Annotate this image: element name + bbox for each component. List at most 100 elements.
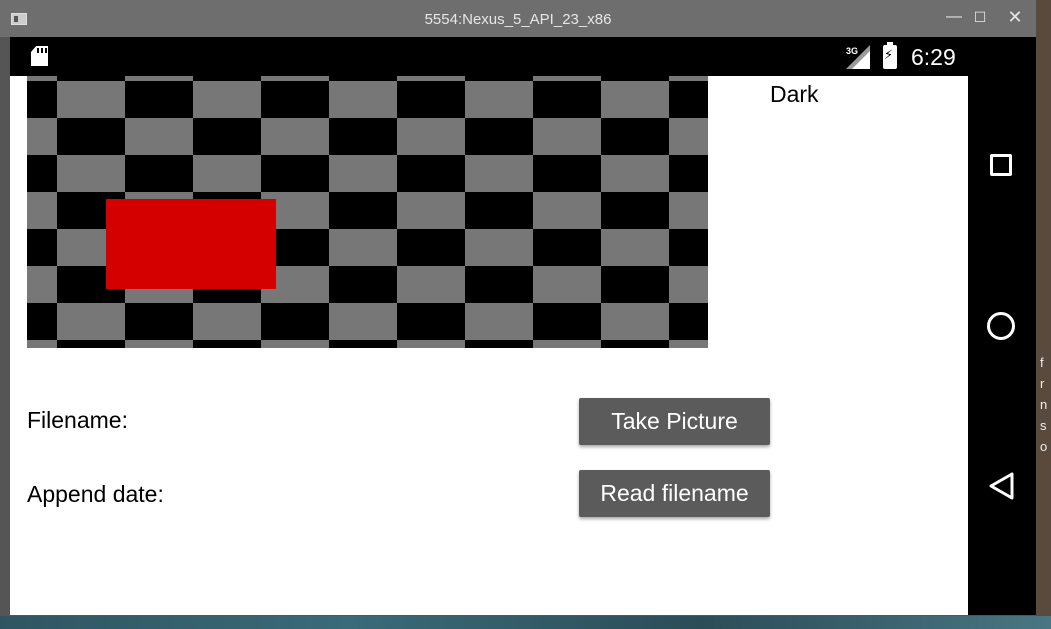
mode-label: Dark (770, 81, 819, 107)
checker-cell (57, 155, 125, 192)
checker-cell (601, 192, 669, 229)
battery-charging-icon (883, 42, 897, 69)
checker-cell (397, 192, 465, 229)
checker-cell (329, 192, 397, 229)
checker-cell (465, 266, 533, 303)
checker-cell (601, 229, 669, 266)
checker-cell (669, 76, 708, 81)
checker-cell (533, 340, 601, 348)
desktop-text: r (1040, 376, 1045, 391)
signal-icon: 3G (846, 45, 870, 69)
checker-cell (57, 81, 125, 118)
read-filename-button[interactable]: Read filename (579, 470, 770, 517)
checker-cell (465, 303, 533, 340)
desktop-text: f (1040, 355, 1044, 370)
checker-cell (533, 229, 601, 266)
checker-cell (57, 340, 125, 348)
desktop-text: s (1040, 418, 1047, 433)
checker-cell (27, 118, 57, 155)
checker-cell (533, 81, 601, 118)
checker-cell (27, 340, 57, 348)
checker-cell (601, 340, 669, 348)
checker-cell (669, 118, 708, 155)
checker-cell (329, 81, 397, 118)
camera-preview (27, 76, 708, 348)
checker-cell (669, 155, 708, 192)
sd-card-icon (31, 46, 48, 66)
checker-cell (669, 266, 708, 303)
checker-cell (193, 81, 261, 118)
minimize-button[interactable]: — (940, 4, 968, 30)
checker-cell (601, 118, 669, 155)
checker-cell (57, 303, 125, 340)
checker-cell (261, 81, 329, 118)
checker-cell (669, 192, 708, 229)
recent-apps-icon[interactable] (990, 154, 1012, 176)
checker-cell (27, 192, 57, 229)
checker-cell (261, 155, 329, 192)
close-button[interactable]: ✕ (995, 4, 1035, 30)
checker-cell (601, 81, 669, 118)
red-overlay-rect (106, 199, 276, 289)
checker-cell (465, 192, 533, 229)
window-titlebar[interactable]: 5554:Nexus_5_API_23_x86 — ☐ ✕ (0, 0, 1036, 37)
desktop-text: n (1040, 397, 1048, 412)
checker-cell (329, 76, 397, 81)
checker-cell (397, 155, 465, 192)
checker-cell (193, 155, 261, 192)
checker-cell (397, 266, 465, 303)
checker-cell (533, 266, 601, 303)
checker-cell (601, 266, 669, 303)
checker-cell (261, 76, 329, 81)
desktop-text: o (1040, 439, 1048, 454)
checker-cell (125, 303, 193, 340)
checker-cell (397, 76, 465, 81)
checker-cell (465, 229, 533, 266)
emulator-window: 5554:Nexus_5_API_23_x86 — ☐ ✕ 3G 6:29 (0, 0, 1036, 616)
android-nav-bar (968, 37, 1036, 615)
checker-cell (397, 229, 465, 266)
checker-cell (533, 155, 601, 192)
checker-cell (397, 81, 465, 118)
checker-cell (329, 155, 397, 192)
device-screen: 3G 6:29 Dark Filename: Append date: Take… (10, 37, 1036, 615)
checker-cell (533, 303, 601, 340)
checker-cell (397, 303, 465, 340)
checker-cell (193, 118, 261, 155)
maximize-button[interactable]: ☐ (966, 4, 994, 30)
take-picture-button[interactable]: Take Picture (579, 398, 770, 445)
checker-cell (125, 76, 193, 81)
back-icon[interactable] (988, 471, 1016, 501)
checker-cell (465, 81, 533, 118)
checker-cell (465, 340, 533, 348)
checker-cell (601, 76, 669, 81)
checker-cell (669, 303, 708, 340)
checker-cell (329, 266, 397, 303)
checker-cell (329, 229, 397, 266)
checker-cell (465, 155, 533, 192)
checker-cell (27, 81, 57, 118)
checker-cell (193, 340, 261, 348)
window-title: 5554:Nexus_5_API_23_x86 (424, 11, 612, 28)
checker-cell (669, 81, 708, 118)
checker-cell (669, 229, 708, 266)
checker-cell (533, 118, 601, 155)
checker-cell (261, 118, 329, 155)
checker-cell (329, 118, 397, 155)
checker-cell (27, 303, 57, 340)
checker-cell (27, 229, 57, 266)
checker-cell (261, 340, 329, 348)
checker-cell (125, 155, 193, 192)
checker-cell (193, 76, 261, 81)
checker-cell (27, 266, 57, 303)
home-icon[interactable] (987, 312, 1015, 340)
checker-cell (57, 76, 125, 81)
android-status-bar: 3G 6:29 (10, 37, 968, 76)
checker-cell (601, 155, 669, 192)
checker-cell (261, 303, 329, 340)
checker-cell (397, 340, 465, 348)
checker-cell (601, 303, 669, 340)
checker-cell (57, 118, 125, 155)
checker-cell (397, 118, 465, 155)
checker-cell (329, 340, 397, 348)
